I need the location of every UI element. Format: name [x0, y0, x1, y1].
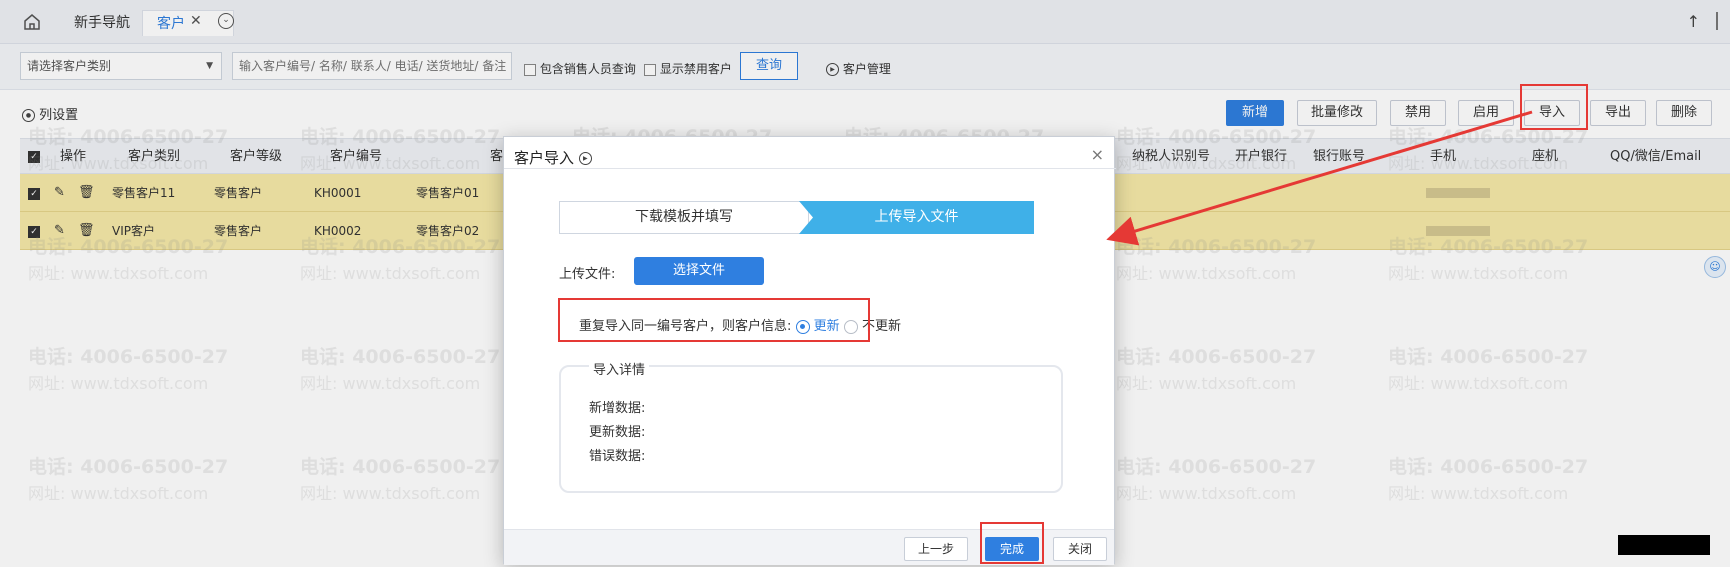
- arrow-line: [1106, 110, 1533, 246]
- annotation-arrow: [1106, 110, 1533, 246]
